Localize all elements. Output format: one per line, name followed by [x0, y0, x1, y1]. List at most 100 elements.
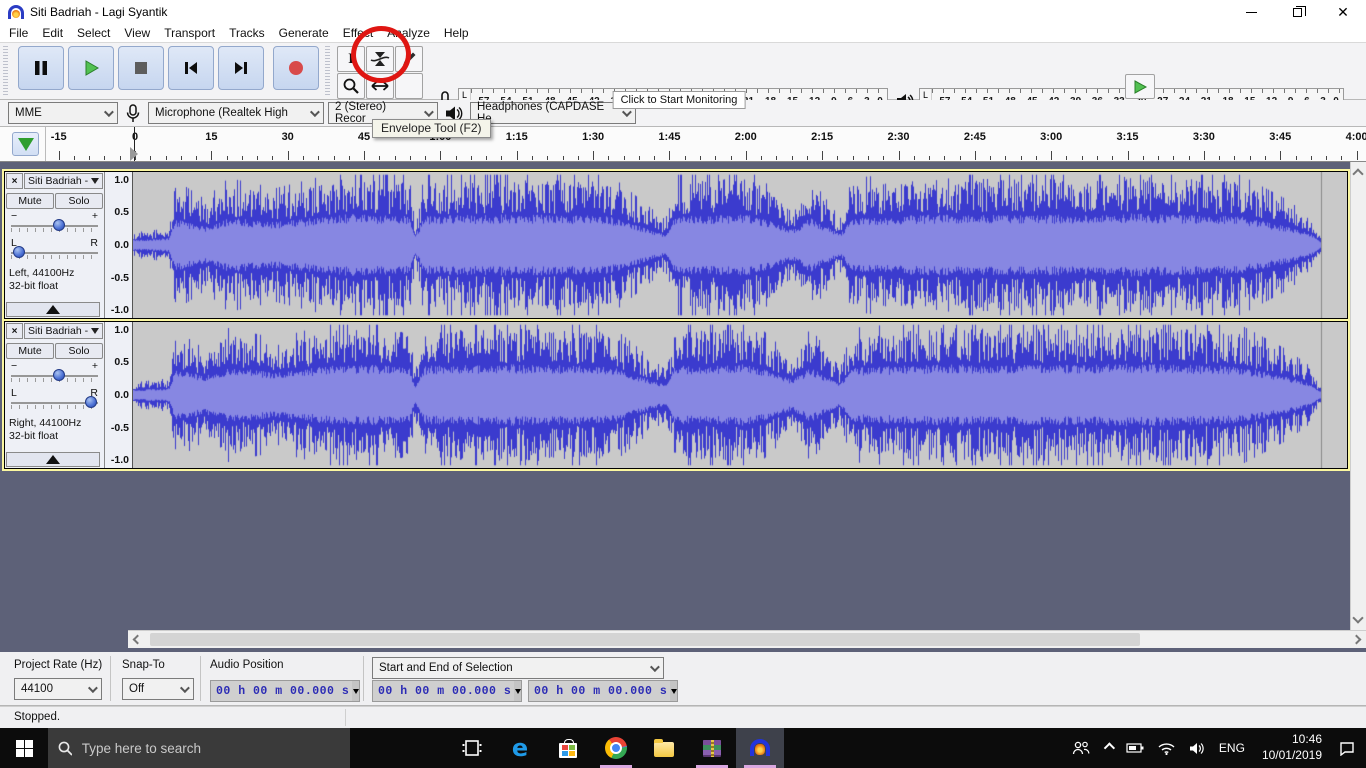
play-button[interactable] [68, 46, 114, 90]
stop-button[interactable] [118, 46, 164, 90]
minimize-button[interactable] [1228, 0, 1274, 24]
snap-to-dropdown[interactable]: Off [122, 678, 194, 700]
project-rate-dropdown[interactable]: 44100 [14, 678, 102, 700]
ruler-tick [59, 151, 60, 160]
volume-button[interactable] [1184, 728, 1210, 768]
mute-button[interactable]: Mute [6, 193, 54, 209]
recording-device-dropdown[interactable]: Microphone (Realtek High [148, 102, 324, 124]
time-shift-tool-button[interactable] [366, 73, 394, 99]
winrar-button[interactable] [688, 728, 736, 768]
menu-item-effect[interactable]: Effect [336, 24, 380, 43]
gain-knob[interactable] [53, 369, 65, 381]
menu-item-transport[interactable]: Transport [157, 24, 222, 43]
close-track-button[interactable]: × [6, 173, 23, 189]
menu-item-file[interactable]: File [2, 24, 35, 43]
close-track-button[interactable]: × [6, 323, 23, 339]
time-format-dropdown[interactable] [352, 681, 359, 701]
vertical-scale-ruler[interactable]: 1.00.50.0-0.5-1.0 [105, 322, 133, 468]
ruler-tick [1036, 156, 1037, 160]
solo-button[interactable]: Solo [55, 193, 103, 209]
language-indicator[interactable]: ENG [1214, 728, 1250, 768]
playhead-marker[interactable] [130, 147, 138, 161]
pause-button[interactable] [18, 46, 64, 90]
time-ruler[interactable]: -1501530451:001:151:301:452:002:152:302:… [45, 127, 1366, 161]
tray-expand-button[interactable] [1099, 728, 1117, 768]
vertical-scale-ruler[interactable]: 1.00.50.0-0.5-1.0 [105, 172, 133, 318]
time-format-dropdown[interactable] [514, 681, 521, 701]
chrome-button[interactable] [592, 728, 640, 768]
scroll-down-icon[interactable] [1352, 612, 1363, 623]
start-button[interactable] [0, 728, 48, 768]
task-view-button[interactable] [448, 728, 496, 768]
audio-host-dropdown[interactable]: MME [8, 102, 118, 124]
track-name-dropdown[interactable]: Siti Badriah - [24, 323, 103, 339]
zoom-tool-button[interactable] [337, 73, 365, 99]
selection-tool-button[interactable]: I [337, 46, 365, 72]
edge-button[interactable]: e [496, 728, 544, 768]
track-name-dropdown[interactable]: Siti Badriah - [24, 173, 103, 189]
waveform-right[interactable] [133, 322, 1347, 468]
menu-item-view[interactable]: View [117, 24, 157, 43]
scroll-right-icon[interactable] [1352, 635, 1362, 645]
scroll-left-icon[interactable] [133, 635, 143, 645]
collapse-track-button[interactable] [6, 302, 100, 317]
waveform-left[interactable] [133, 172, 1347, 318]
time-format-dropdown[interactable] [670, 681, 677, 701]
skip-to-start-button[interactable] [168, 46, 214, 90]
gain-slider[interactable]: − + [11, 362, 98, 386]
collapse-track-button[interactable] [6, 452, 100, 467]
timeline-ruler[interactable]: -1501530451:001:151:301:452:002:152:302:… [0, 127, 1366, 162]
mute-button[interactable]: Mute [6, 343, 54, 359]
wifi-button[interactable] [1153, 728, 1180, 768]
timeshift-icon [371, 79, 389, 93]
record-button[interactable] [273, 46, 319, 90]
taskbar-search-box[interactable] [48, 728, 350, 768]
pan-slider[interactable]: L R [11, 239, 98, 263]
multi-tool-button[interactable] [395, 73, 423, 99]
selection-end-field[interactable]: 00 h 00 m 00.000 s [528, 680, 678, 702]
horizontal-scrollbar[interactable] [128, 630, 1366, 648]
gain-knob[interactable] [53, 219, 65, 231]
audio-position-field[interactable]: 00 h 00 m 00.000 s [210, 680, 360, 702]
skip-to-end-button[interactable] [218, 46, 264, 90]
action-center-button[interactable] [1334, 728, 1360, 768]
draw-tool-button[interactable] [395, 46, 423, 72]
ruler-tick [563, 156, 564, 160]
pinned-play-head-button[interactable] [12, 132, 39, 156]
play-at-speed-button[interactable] [1125, 74, 1155, 99]
ruler-tick [379, 156, 380, 160]
close-button[interactable]: ✕ [1320, 0, 1366, 24]
vertical-scrollbar[interactable] [1350, 162, 1366, 630]
scroll-up-icon[interactable] [1352, 168, 1363, 179]
envelope-tool-button[interactable] [366, 46, 394, 72]
ruler-tick [196, 156, 197, 160]
pan-slider[interactable]: L R [11, 389, 98, 413]
solo-button[interactable]: Solo [55, 343, 103, 359]
file-explorer-button[interactable] [640, 728, 688, 768]
battery-button[interactable] [1121, 728, 1149, 768]
menu-item-edit[interactable]: Edit [35, 24, 70, 43]
selection-mode-dropdown[interactable]: Start and End of Selection [372, 657, 664, 679]
pan-knob[interactable] [13, 246, 25, 258]
people-button[interactable] [1067, 728, 1095, 768]
track-right-channel: × Siti Badriah - Mute Solo − + L [4, 321, 1348, 469]
gain-slider[interactable]: − + [11, 212, 98, 236]
menu-item-help[interactable]: Help [437, 24, 476, 43]
taskbar-clock[interactable]: 10:46 10/01/2019 [1254, 732, 1330, 763]
selection-start-field[interactable]: 00 h 00 m 00.000 s [372, 680, 522, 702]
menu-item-analyze[interactable]: Analyze [380, 24, 437, 43]
audacity-taskbar-button[interactable] [736, 728, 784, 768]
toolbar-grip[interactable] [325, 46, 330, 96]
scrollbar-thumb[interactable] [150, 633, 1140, 646]
menu-item-tracks[interactable]: Tracks [222, 24, 272, 43]
toolbar-grip[interactable] [3, 46, 8, 96]
playback-device-dropdown[interactable]: Headphones (CAPDASE He [470, 102, 636, 124]
menu-item-select[interactable]: Select [70, 24, 117, 43]
store-button[interactable] [544, 728, 592, 768]
restore-button[interactable] [1274, 0, 1320, 24]
menu-item-generate[interactable]: Generate [272, 24, 336, 43]
ruler-tick [944, 156, 945, 160]
monitoring-overlay[interactable]: Click to Start Monitoring [613, 91, 746, 109]
search-input[interactable] [82, 741, 340, 756]
menu-bar: FileEditSelectViewTransportTracksGenerat… [0, 24, 1366, 43]
